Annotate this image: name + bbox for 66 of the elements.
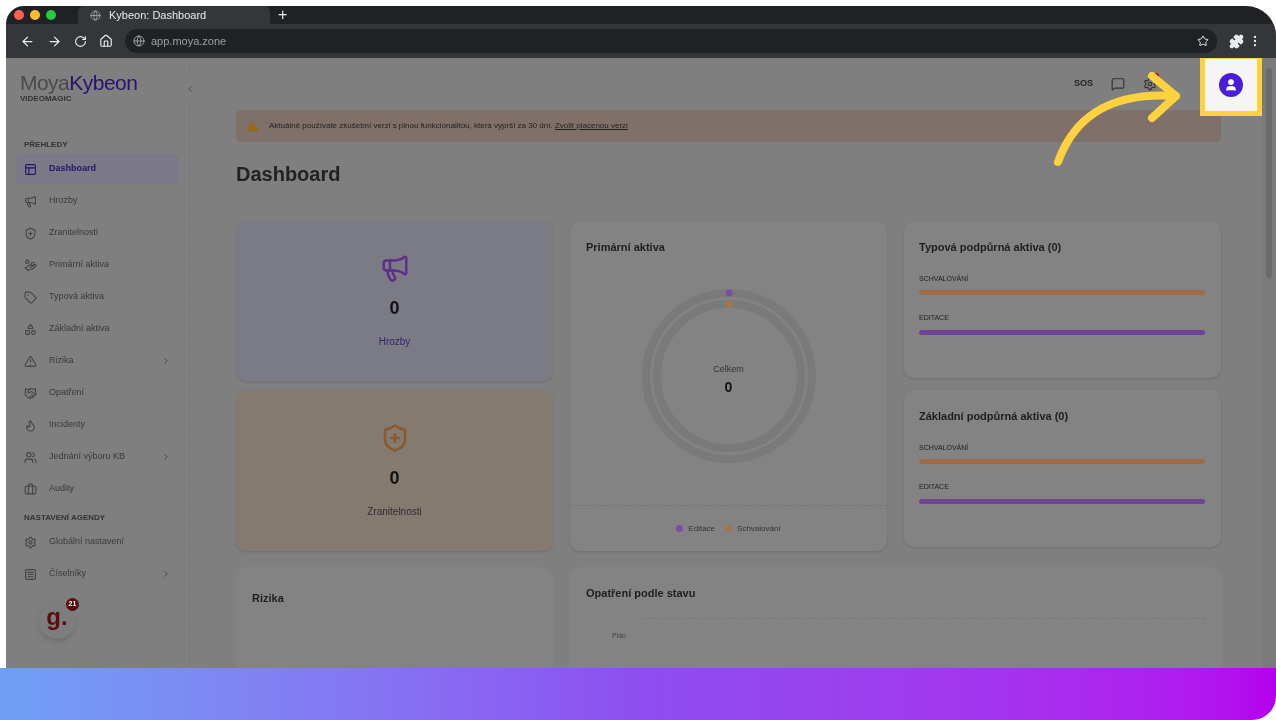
logo-subtitle: VIDEOMAGIC <box>20 94 73 105</box>
sidebar-item[interactable]: Zranitelnosti <box>16 218 179 248</box>
logo-text: Kybeon <box>69 71 138 94</box>
sidebar-item[interactable]: Dashboard <box>16 154 179 184</box>
handshake-icon <box>24 386 37 400</box>
new-tab-button[interactable]: + <box>278 7 288 23</box>
briefcase-icon <box>24 482 37 496</box>
sidebar-item[interactable]: Opatření <box>16 378 179 408</box>
card-title: Primární aktiva <box>585 240 666 255</box>
legend-label: Editace <box>688 522 716 535</box>
legend-label: Schvalování <box>737 522 781 535</box>
sidebar-item[interactable]: Jednání výboru KB <box>16 442 179 472</box>
chevron-left-icon <box>185 84 195 94</box>
settings-icon[interactable] <box>1143 77 1157 91</box>
megaphone-icon <box>24 194 37 208</box>
stat-value: 0 <box>389 467 400 490</box>
user-avatar-button[interactable] <box>1219 73 1243 97</box>
bookmark-star-icon[interactable] <box>1197 35 1209 47</box>
alert-text: Aktuálně používate zkušební verzi s plnou funkcionalitou, která vyprší za 30 dní. Zvolit placenou verzi <box>269 120 628 132</box>
stat-label: Hrozby <box>378 335 411 349</box>
shapes-icon <box>24 322 37 336</box>
sidebar-item[interactable]: Typová aktiva <box>16 282 179 312</box>
forward-icon[interactable] <box>47 33 62 49</box>
back-icon[interactable] <box>20 33 35 49</box>
tag-icon <box>24 290 37 304</box>
sidebar-item[interactable]: Základní aktiva <box>16 314 179 344</box>
card-title: Rizika <box>252 592 284 604</box>
message-icon[interactable] <box>1111 77 1125 91</box>
sos-link[interactable]: SOS <box>1074 77 1093 91</box>
sidebar-item[interactable]: Hrozby <box>16 186 179 216</box>
stat-value: 0 <box>389 297 400 320</box>
user-icon <box>1224 78 1238 92</box>
globe-icon <box>133 35 145 47</box>
home-icon[interactable] <box>99 34 113 48</box>
section-heading: PŘEHLEDY <box>23 139 69 151</box>
address-bar[interactable]: app.moya.zone <box>125 29 1217 53</box>
donut-center-value: 0 <box>724 377 733 397</box>
threats-card[interactable]: 0 Hrozby <box>236 221 553 381</box>
warning-icon <box>24 354 37 368</box>
flame-icon <box>24 418 37 432</box>
warning-icon <box>246 119 259 133</box>
donut-center-label: Celkem <box>713 363 744 376</box>
sidebar-item[interactable]: Rizika <box>16 346 179 376</box>
card-title: Typová podpůrná aktiva (0) <box>919 240 1063 255</box>
sidebar-item[interactable]: Audity <box>16 474 179 504</box>
hand-coins-icon <box>24 258 37 272</box>
stat-label: Zranitelnosti <box>367 505 422 519</box>
card-title: Základní podpůrná aktiva (0) <box>919 409 1070 424</box>
browser-tab[interactable]: Kybeon: Dashboard <box>78 6 270 24</box>
shield-icon <box>24 226 37 240</box>
upgrade-link[interactable]: Zvolit placenou verzi <box>554 121 628 130</box>
sidebar-item[interactable]: Primární aktiva <box>16 250 179 280</box>
sidebar-item[interactable]: Globální nastavení <box>16 527 179 557</box>
page-title: Dashboard <box>236 162 342 187</box>
people-icon <box>24 450 37 464</box>
reload-icon[interactable] <box>74 34 87 48</box>
settings-icon <box>24 535 37 549</box>
list-icon <box>24 567 37 581</box>
vulnerabilities-card[interactable]: 0 Zranitelnosti <box>236 391 553 551</box>
globe-icon <box>90 9 101 21</box>
card-title: Opatření podle stavu <box>586 586 697 601</box>
dashboard-icon <box>24 162 37 176</box>
sidebar-item[interactable]: Incidenty <box>16 410 179 440</box>
sidebar-item[interactable]: Číselníky <box>16 559 179 589</box>
section-heading: NASTAVENÍ AGENDY <box>23 512 107 524</box>
extensions-icon[interactable] <box>1229 33 1244 49</box>
